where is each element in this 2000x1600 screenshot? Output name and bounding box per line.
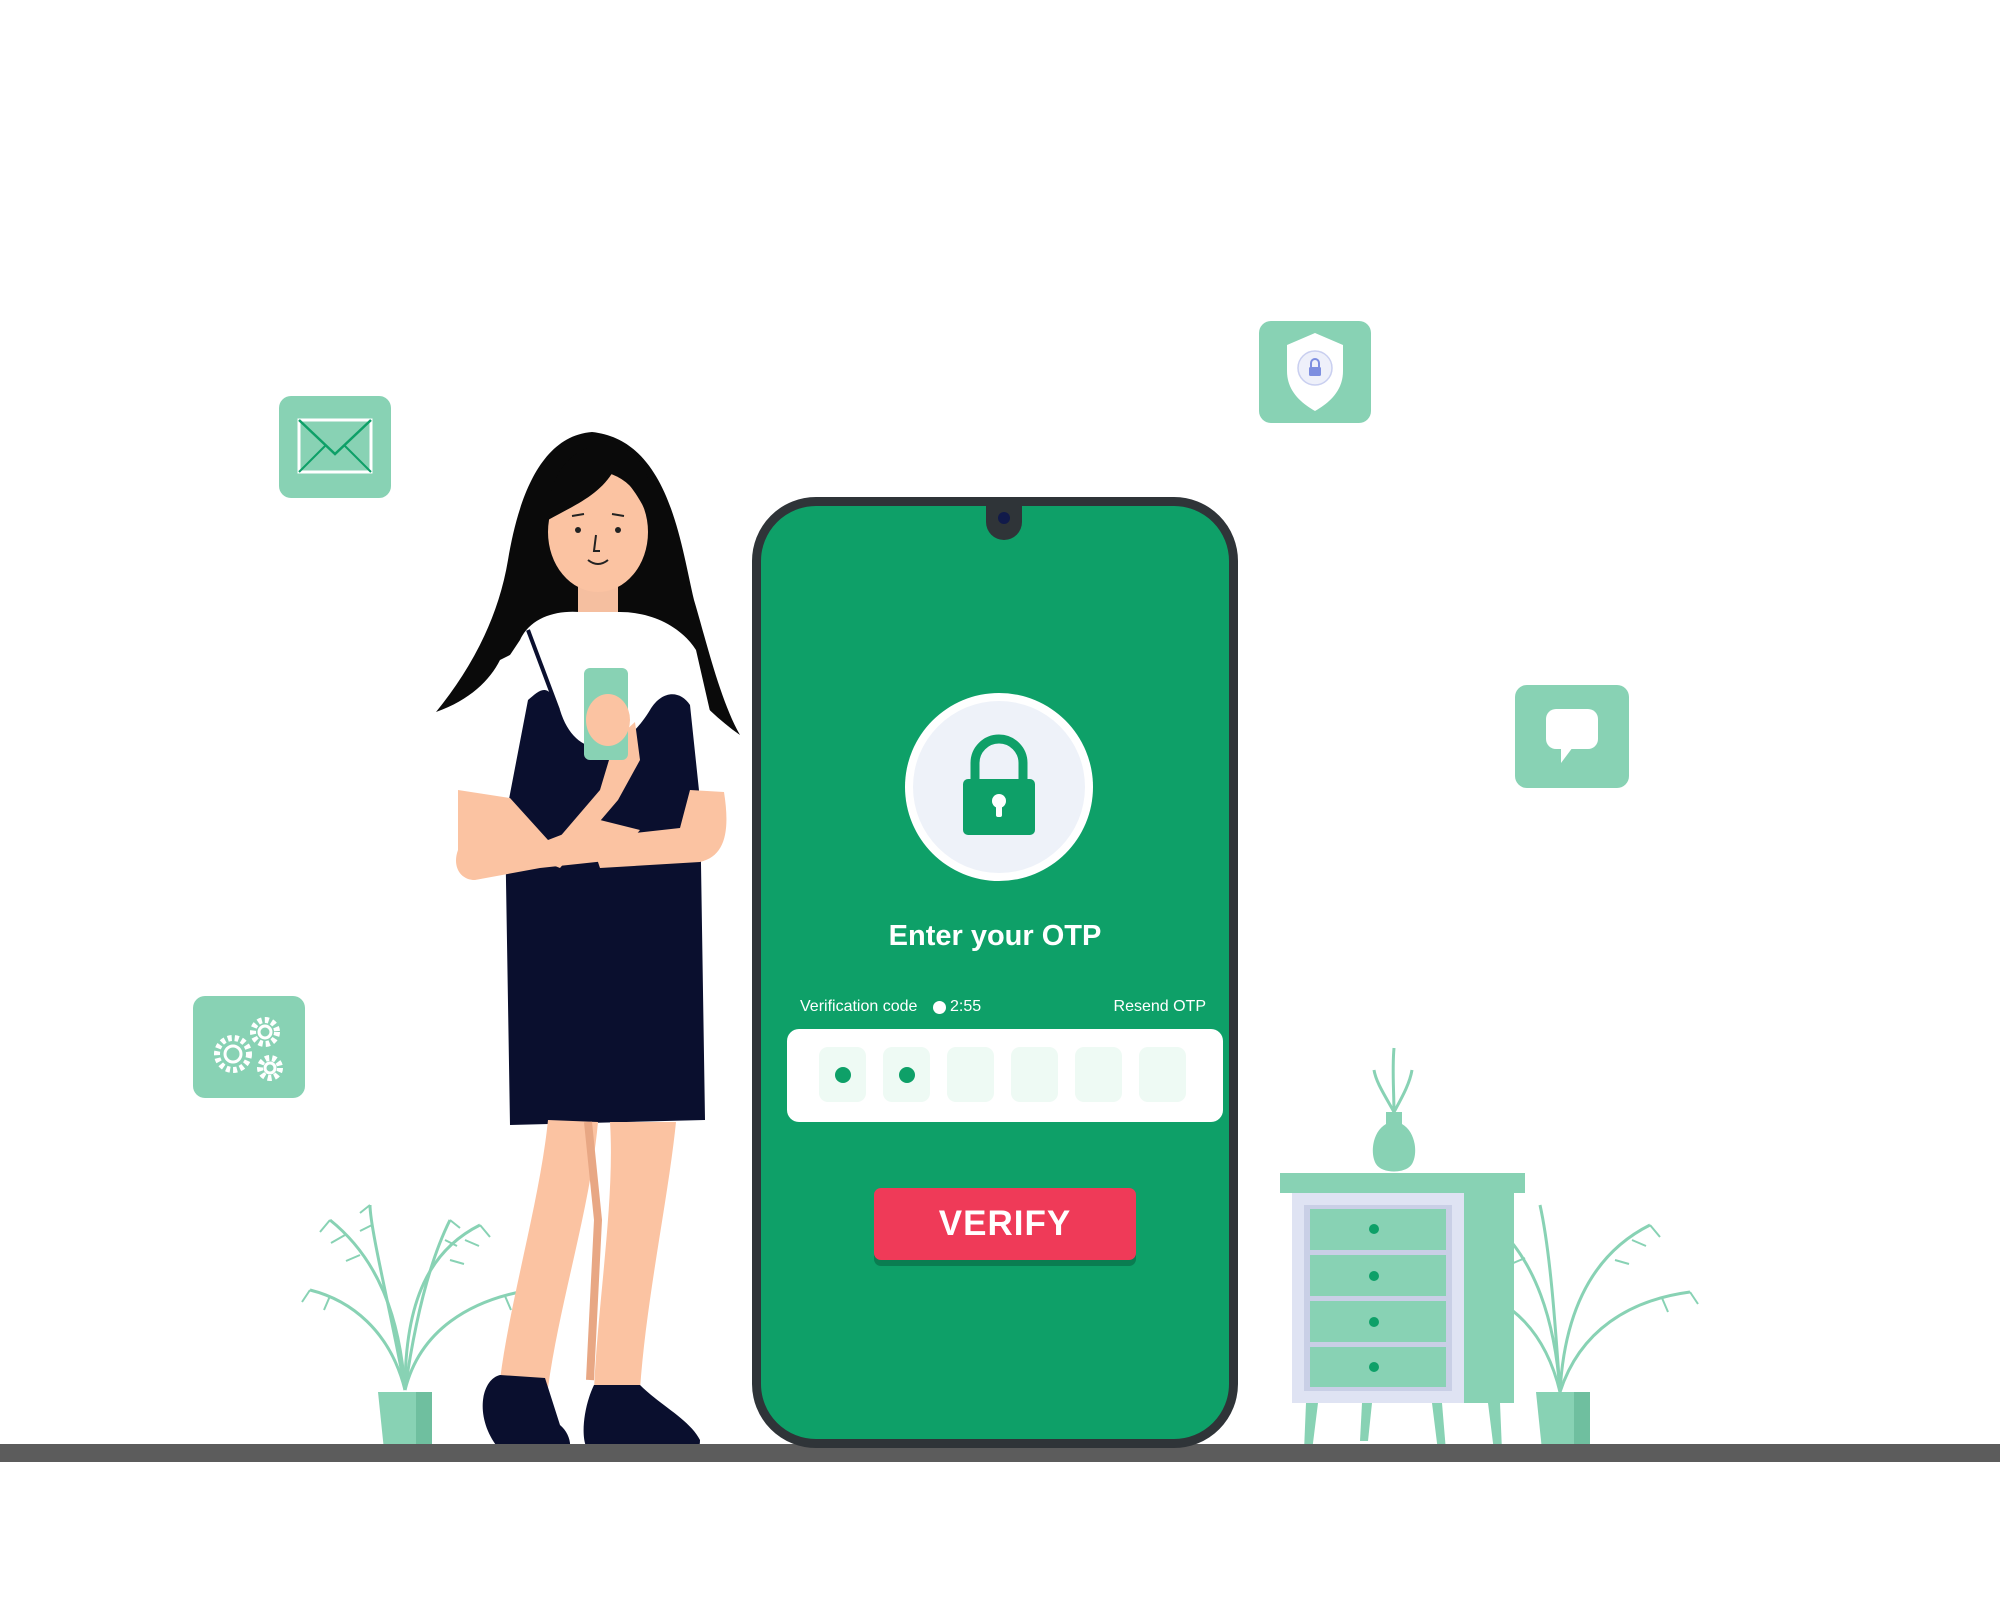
camera-icon bbox=[998, 512, 1010, 524]
verification-row: Verification code 2:55 Resend OTP bbox=[788, 998, 1206, 1020]
lock-badge bbox=[905, 693, 1093, 881]
timer-icon bbox=[933, 1001, 946, 1014]
illustration-scene: Enter your OTP Verification code 2:55 Re… bbox=[0, 0, 2000, 1600]
countdown-timer: 2:55 bbox=[950, 998, 982, 1015]
resend-otp-link[interactable]: Resend OTP bbox=[1114, 998, 1206, 1016]
otp-digit-6[interactable] bbox=[1139, 1047, 1186, 1102]
vase-icon bbox=[1372, 1047, 1416, 1172]
padlock-icon bbox=[963, 734, 1035, 835]
digit-dot-icon bbox=[899, 1067, 915, 1083]
cabinet-icon bbox=[1280, 1173, 1525, 1451]
woman-illustration-icon bbox=[436, 432, 740, 1460]
phone-notch bbox=[986, 504, 1022, 540]
verification-label: Verification code bbox=[800, 998, 918, 1015]
otp-digit-4[interactable] bbox=[1011, 1047, 1058, 1102]
digit-dot-icon bbox=[835, 1067, 851, 1083]
otp-digit-3[interactable] bbox=[947, 1047, 994, 1102]
otp-digit-1[interactable] bbox=[819, 1047, 866, 1102]
verify-button[interactable]: VERIFY bbox=[874, 1188, 1136, 1260]
page-title: Enter your OTP bbox=[888, 920, 1102, 952]
phone-device: Enter your OTP Verification code 2:55 Re… bbox=[752, 497, 1238, 1448]
otp-input-group bbox=[787, 1029, 1223, 1122]
otp-digit-5[interactable] bbox=[1075, 1047, 1122, 1102]
otp-digit-2[interactable] bbox=[883, 1047, 930, 1102]
